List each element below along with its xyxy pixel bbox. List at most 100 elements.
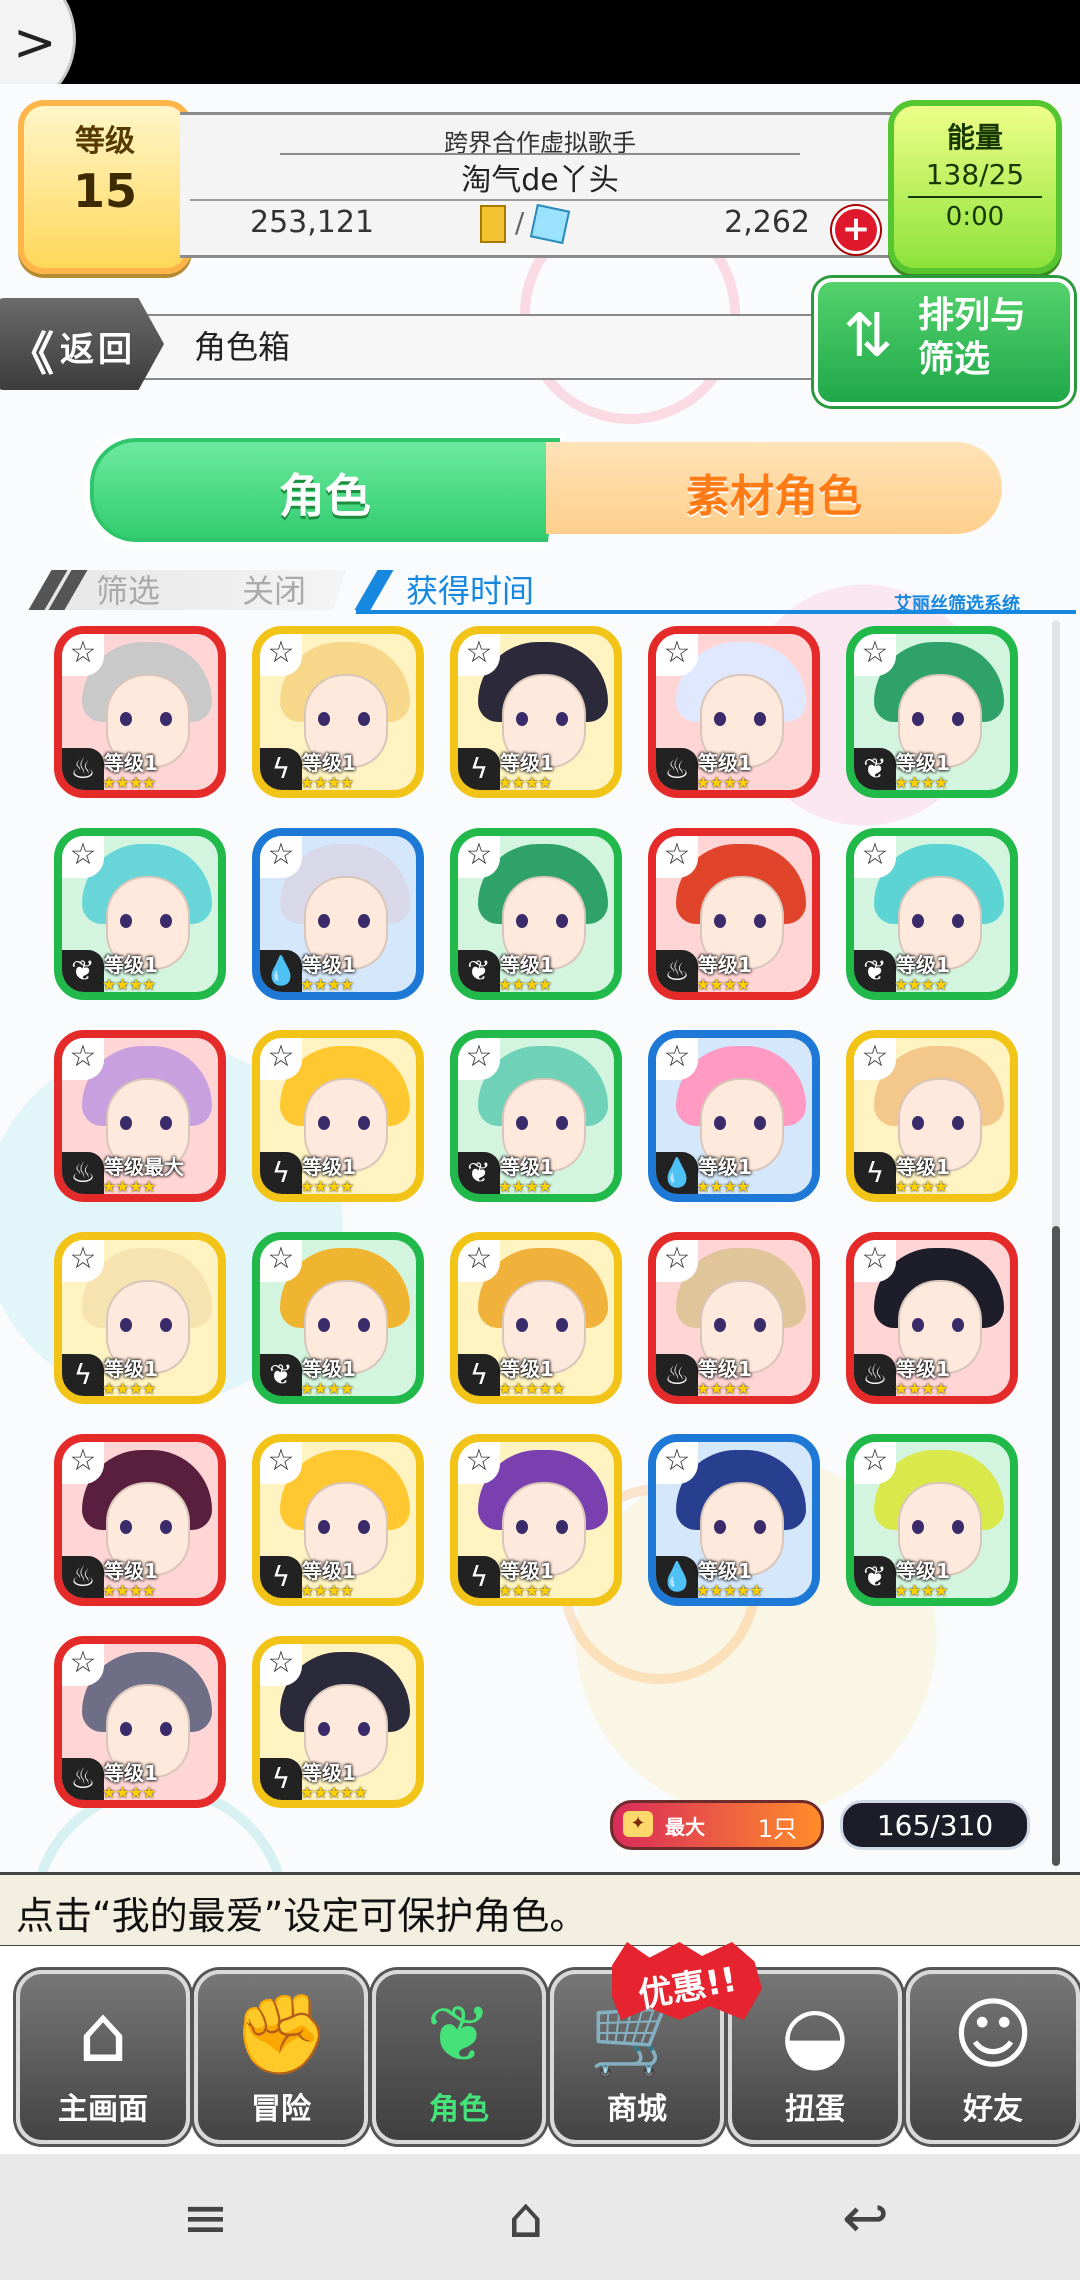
character-eyes [120,1520,172,1534]
character-eyes [516,1318,568,1332]
nav-label: 冒险 [251,2092,311,2127]
sort-filter-button[interactable]: ⇅ 排列与筛选 [814,278,1074,406]
favorite-star-icon[interactable]: ☆ [854,1442,896,1484]
tab-material-characters[interactable]: 素材角色 [546,442,1002,534]
character-eyes [714,1116,766,1130]
favorite-star-icon[interactable]: ☆ [458,1240,500,1282]
character-eyes [516,914,568,928]
currency-icons: / [480,203,571,245]
favorite-star-icon[interactable]: ☆ [458,1038,500,1080]
rarity-stars: ★★★★ [894,1177,948,1196]
favorite-star-icon[interactable]: ☆ [62,1442,104,1484]
favorite-star-icon[interactable]: ☆ [62,634,104,676]
level-box: 等级 15 [18,100,192,274]
favorite-star-icon[interactable]: ☆ [458,836,500,878]
nav-characters-button[interactable]: ❦ 角色 [372,1970,546,2144]
character-card[interactable]: ☆ ϟ 等级1 ★★★★ [252,1434,424,1606]
favorite-star-icon[interactable]: ☆ [260,1442,302,1484]
favorite-star-icon[interactable]: ☆ [260,836,302,878]
back-button[interactable]: 《 返回 [0,298,164,390]
bolt-element-icon: ϟ [458,748,500,790]
character-card[interactable]: ☆ ❦ 等级1 ★★★★ [846,828,1018,1000]
character-card[interactable]: ☆ ❦ 等级1 ★★★★ [846,1434,1018,1606]
favorite-star-icon[interactable]: ☆ [656,1442,698,1484]
rarity-stars: ★★★★ [894,975,948,994]
character-level: 等级1 [302,1761,356,1785]
rarity-stars: ★★★★ [102,1581,156,1600]
character-card[interactable]: ☆ ♨ 等级1 ★★★★ [648,626,820,798]
character-card[interactable]: ☆ ♨ 等级1 ★★★★ [846,1232,1018,1404]
character-card[interactable]: ☆ ϟ 等级1 ★★★★ [252,626,424,798]
favorite-star-icon[interactable]: ☆ [458,634,500,676]
favorite-star-icon[interactable]: ☆ [656,634,698,676]
rarity-stars: ★★★★ [102,1379,156,1398]
fire-element-icon: ♨ [656,1354,698,1396]
favorite-star-icon[interactable]: ☆ [260,1038,302,1080]
filter-row: 筛选 关闭 获得时间 艾丽丝筛选系统 [28,566,1076,615]
character-card[interactable]: ☆ 💧 等级1 ★★★★ [252,828,424,1000]
character-card[interactable]: ☆ ♨ 等级1 ★★★★ [54,1434,226,1606]
character-card[interactable]: ☆ ϟ 等级1 ★★★★ [252,1030,424,1202]
rarity-stars: ★★★★ [102,975,156,994]
character-card[interactable]: ☆ ♨ 等级最大 ★★★★ [54,1030,226,1202]
favorite-star-icon[interactable]: ☆ [62,1644,104,1686]
character-card[interactable]: ☆ ϟ 等级1 ★★★★ [450,1434,622,1606]
double-chevron-left-icon: 《 [8,327,54,381]
favorite-star-icon[interactable]: ☆ [260,634,302,676]
tab-characters[interactable]: 角色 [84,432,566,548]
bottom-navigation: ⌂ 主画面 ✊ 冒险 ❦ 角色 🛒 商城 ◒ 扭蛋 ☺ 好友 [0,1946,1080,2156]
scrollbar-thumb[interactable] [1052,1226,1060,1866]
rarity-stars: ★★★★★ [300,1783,368,1802]
character-card[interactable]: ☆ ♨ 等级1 ★★★★ [648,828,820,1000]
bolt-element-icon: ϟ [62,1354,104,1396]
character-card[interactable]: ☆ ❦ 等级1 ★★★★ [450,828,622,1000]
favorite-star-icon[interactable]: ☆ [458,1442,500,1484]
character-card[interactable]: ☆ ❦ 等级1 ★★★★ [54,828,226,1000]
menu-icon[interactable]: ≡ [182,2186,229,2251]
back-icon[interactable]: ↩ [842,2186,889,2251]
character-card[interactable]: ☆ ❦ 等级1 ★★★★ [846,626,1018,798]
character-card[interactable]: ☆ ♨ 等级1 ★★★★ [54,626,226,798]
nav-adventure-button[interactable]: ✊ 冒险 [194,1970,368,2144]
character-card[interactable]: ☆ 💧 等级1 ★★★★ [648,1030,820,1202]
character-eyes [714,914,766,928]
nav-friends-button[interactable]: ☺ 好友 [906,1970,1080,2144]
favorite-star-icon[interactable]: ☆ [62,1038,104,1080]
character-level: 等级1 [500,1357,554,1381]
character-count: 165/310 [876,1809,994,1842]
favorite-star-icon[interactable]: ☆ [854,634,896,676]
favorite-star-icon[interactable]: ☆ [62,836,104,878]
character-card[interactable]: ☆ ϟ 等级1 ★★★★★ [252,1636,424,1808]
character-level: 等级1 [500,1155,554,1179]
nav-home-button[interactable]: ⌂ 主画面 [16,1970,190,2144]
character-card[interactable]: ☆ ϟ 等级1 ★★★★★ [450,1232,622,1404]
favorite-star-icon[interactable]: ☆ [854,1038,896,1080]
filter-value[interactable]: 关闭 [242,566,306,612]
favorite-star-icon[interactable]: ☆ [260,1240,302,1282]
leaf-element-icon: ❦ [854,748,896,790]
energy-box: 能量 138/25 0:00 [888,100,1062,274]
favorite-star-icon[interactable]: ☆ [854,1240,896,1282]
favorite-star-icon[interactable]: ☆ [656,1038,698,1080]
favorite-star-icon[interactable]: ☆ [854,836,896,878]
add-currency-button[interactable]: + [832,206,880,254]
leaf-element-icon: ❦ [260,1354,302,1396]
favorite-star-icon[interactable]: ☆ [656,1240,698,1282]
system-navigation-bar: ≡ ⌂ ↩ [0,2154,1080,2280]
character-card[interactable]: ☆ ϟ 等级1 ★★★★ [54,1232,226,1404]
tip-bar: 点击“我的最爱”设定可保护角色。 [0,1872,1080,1948]
character-card[interactable]: ☆ ♨ 等级1 ★★★★ [648,1232,820,1404]
character-card[interactable]: ☆ ❦ 等级1 ★★★★ [252,1232,424,1404]
character-card[interactable]: ☆ ϟ 等级1 ★★★★ [846,1030,1018,1202]
sort-order-label[interactable]: 获得时间 [406,566,534,612]
character-card[interactable]: ☆ 💧 等级1 ★★★★★ [648,1434,820,1606]
character-level: 等级1 [302,1155,356,1179]
home-outline-icon[interactable]: ⌂ [508,2186,544,2251]
character-card[interactable]: ☆ ϟ 等级1 ★★★★ [450,626,622,798]
favorite-star-icon[interactable]: ☆ [62,1240,104,1282]
favorite-star-icon[interactable]: ☆ [260,1644,302,1686]
character-card[interactable]: ☆ ♨ 等级1 ★★★★ [54,1636,226,1808]
character-level: 等级1 [500,751,554,775]
favorite-star-icon[interactable]: ☆ [656,836,698,878]
character-card[interactable]: ☆ ❦ 等级1 ★★★★ [450,1030,622,1202]
